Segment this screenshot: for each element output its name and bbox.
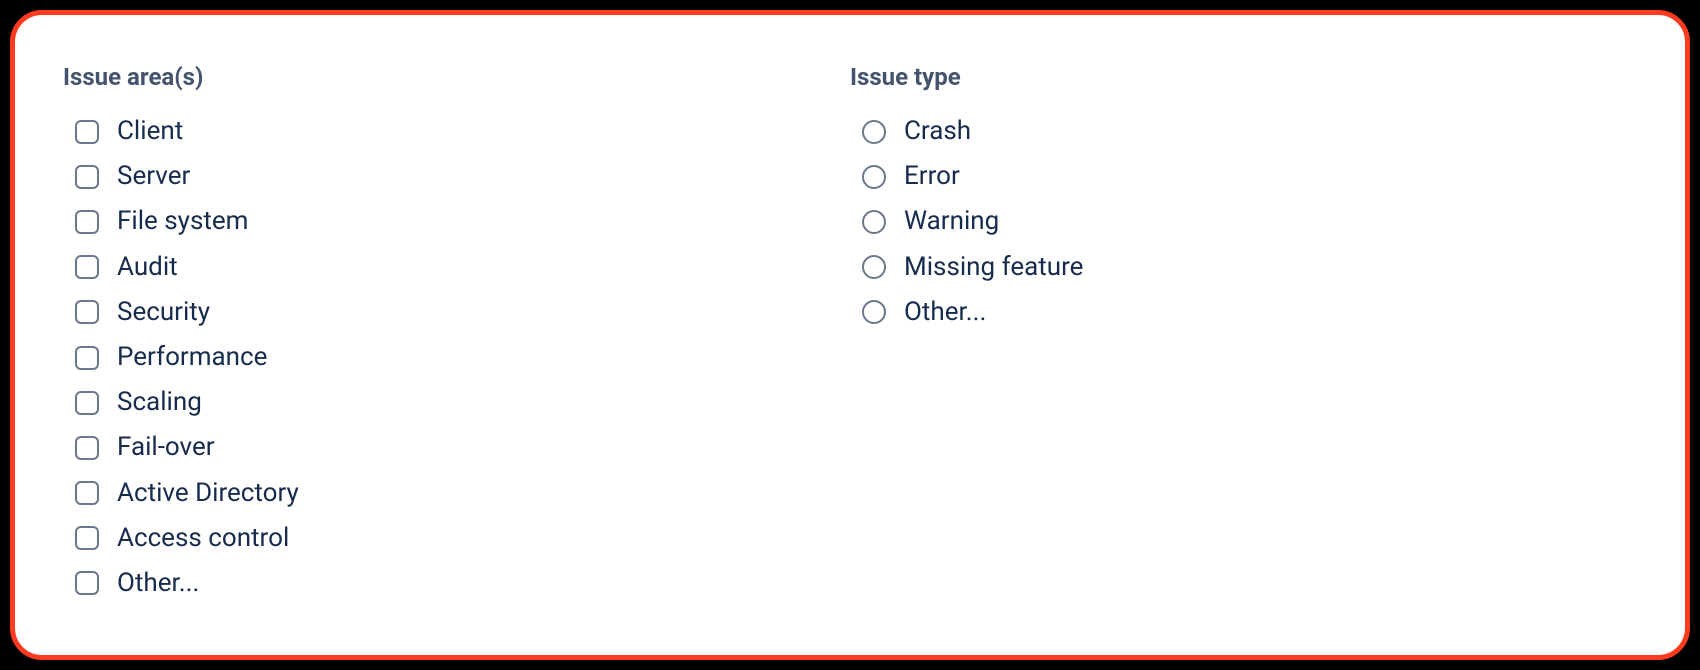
checkbox-icon — [75, 481, 99, 505]
checkbox-option-server[interactable]: Server — [63, 154, 850, 199]
checkbox-option-client[interactable]: Client — [63, 109, 850, 154]
checkbox-option-security[interactable]: Security — [63, 290, 850, 335]
radio-icon — [862, 300, 886, 324]
issue-type-group: Issue type Crash Error Warning Missing f… — [850, 63, 1637, 623]
checkbox-option-fail-over[interactable]: Fail-over — [63, 425, 850, 470]
issue-area-group: Issue area(s) Client Server File system … — [63, 63, 850, 623]
checkbox-option-scaling[interactable]: Scaling — [63, 380, 850, 425]
option-label: Fail-over — [117, 432, 215, 463]
option-label: Scaling — [117, 387, 202, 418]
checkbox-icon — [75, 165, 99, 189]
issue-type-label: Issue type — [850, 63, 1637, 91]
radio-option-crash[interactable]: Crash — [850, 109, 1637, 154]
checkbox-icon — [75, 255, 99, 279]
radio-option-error[interactable]: Error — [850, 154, 1637, 199]
option-label: Audit — [117, 252, 178, 283]
checkbox-option-active-directory[interactable]: Active Directory — [63, 471, 850, 516]
option-label: Other... — [117, 568, 199, 599]
radio-icon — [862, 120, 886, 144]
option-label: Error — [904, 161, 960, 192]
checkbox-option-audit[interactable]: Audit — [63, 245, 850, 290]
checkbox-option-other[interactable]: Other... — [63, 561, 850, 606]
radio-option-warning[interactable]: Warning — [850, 199, 1637, 244]
option-label: Warning — [904, 206, 999, 237]
checkbox-icon — [75, 346, 99, 370]
checkbox-icon — [75, 571, 99, 595]
option-label: Server — [117, 161, 190, 192]
checkbox-option-access-control[interactable]: Access control — [63, 516, 850, 561]
checkbox-icon — [75, 391, 99, 415]
radio-option-other[interactable]: Other... — [850, 290, 1637, 335]
option-label: Access control — [117, 523, 289, 554]
form-panel: Issue area(s) Client Server File system … — [10, 10, 1690, 660]
option-label: Crash — [904, 116, 971, 147]
checkbox-icon — [75, 120, 99, 144]
checkbox-icon — [75, 210, 99, 234]
option-label: Missing feature — [904, 252, 1083, 283]
option-label: Active Directory — [117, 478, 299, 509]
checkbox-icon — [75, 300, 99, 324]
checkbox-option-file-system[interactable]: File system — [63, 199, 850, 244]
radio-icon — [862, 165, 886, 189]
radio-icon — [862, 255, 886, 279]
option-label: File system — [117, 206, 249, 237]
issue-area-label: Issue area(s) — [63, 63, 850, 91]
checkbox-icon — [75, 526, 99, 550]
checkbox-icon — [75, 436, 99, 460]
radio-icon — [862, 210, 886, 234]
option-label: Client — [117, 116, 183, 147]
option-label: Other... — [904, 297, 986, 328]
radio-option-missing-feature[interactable]: Missing feature — [850, 245, 1637, 290]
option-label: Performance — [117, 342, 267, 373]
option-label: Security — [117, 297, 210, 328]
checkbox-option-performance[interactable]: Performance — [63, 335, 850, 380]
